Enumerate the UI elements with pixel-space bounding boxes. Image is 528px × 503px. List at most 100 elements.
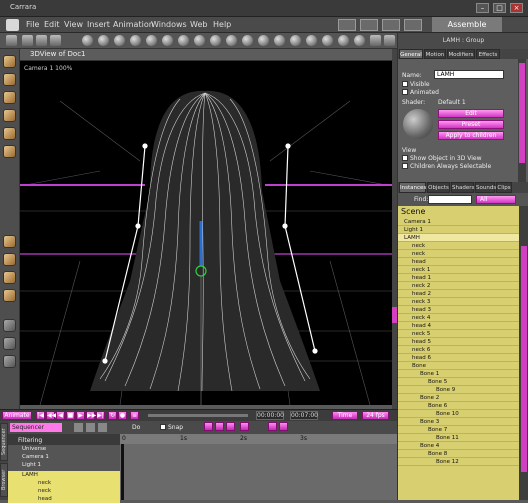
tree-item[interactable]: Bone 7 bbox=[398, 426, 519, 434]
cube-primitive-icon[interactable] bbox=[130, 35, 141, 46]
go-start-button[interactable]: |◀ bbox=[36, 411, 45, 420]
tree-item[interactable]: Bone 6 bbox=[398, 402, 519, 410]
view-section-title[interactable]: View bbox=[402, 147, 416, 154]
eyedropper-tool-icon[interactable] bbox=[3, 127, 16, 140]
tree-item[interactable]: head 3 bbox=[398, 306, 519, 314]
tab-browser[interactable]: Browser bbox=[0, 463, 8, 497]
cloud-object-icon[interactable] bbox=[306, 35, 317, 46]
snap-checkbox[interactable] bbox=[160, 424, 166, 430]
select-tool-icon[interactable] bbox=[3, 55, 16, 68]
tree-item[interactable]: neck 2 bbox=[398, 282, 519, 290]
zoom-view-icon[interactable] bbox=[3, 355, 16, 368]
track-neck[interactable]: neck bbox=[8, 487, 120, 495]
instances-scrollbar[interactable] bbox=[519, 206, 528, 500]
room-storyboard-icon[interactable] bbox=[360, 19, 378, 31]
tree-item[interactable]: head 6 bbox=[398, 354, 519, 362]
tree-item[interactable]: Bone 12 bbox=[398, 458, 519, 466]
track-camera[interactable]: Camera 1 bbox=[8, 453, 120, 461]
paint-tool-icon[interactable] bbox=[50, 35, 61, 46]
tree-item[interactable]: neck 5 bbox=[398, 330, 519, 338]
record-button[interactable]: ● bbox=[118, 411, 127, 420]
tab-general[interactable]: General bbox=[399, 49, 423, 59]
undo-tool-icon[interactable] bbox=[22, 35, 33, 46]
pan-camera-icon[interactable] bbox=[3, 235, 16, 248]
bone-tool-icon[interactable] bbox=[338, 35, 349, 46]
apply-to-children-button[interactable]: Apply to children bbox=[438, 131, 504, 140]
light-icon[interactable] bbox=[162, 35, 173, 46]
text-object-icon[interactable] bbox=[274, 35, 285, 46]
zoom-tool-icon[interactable] bbox=[3, 109, 16, 122]
tab-instances[interactable]: Instances bbox=[399, 182, 426, 193]
preset-button[interactable]: Preset bbox=[438, 120, 504, 129]
sequencer-keyframe-grid[interactable] bbox=[120, 444, 397, 500]
tab-shaders[interactable]: Shaders bbox=[451, 182, 474, 193]
key-add-button[interactable] bbox=[215, 422, 224, 431]
view-mode-icon[interactable] bbox=[370, 35, 381, 46]
tree-item[interactable]: head 4 bbox=[398, 322, 519, 330]
rotate-tool-icon[interactable] bbox=[3, 73, 16, 86]
hand-arrow-icon[interactable] bbox=[98, 423, 107, 432]
tween-button[interactable] bbox=[240, 422, 249, 431]
zoom-in-button[interactable] bbox=[268, 422, 277, 431]
tab-effects[interactable]: Effects bbox=[476, 49, 500, 59]
tree-item[interactable]: Bone 8 bbox=[398, 450, 519, 458]
time-mode-button[interactable]: Time bbox=[332, 411, 358, 420]
key-next-button[interactable] bbox=[226, 422, 235, 431]
go-end-button[interactable]: ▶| bbox=[96, 411, 105, 420]
tree-item[interactable]: Bone 4 bbox=[398, 442, 519, 450]
menu-web[interactable]: Web bbox=[190, 20, 207, 29]
tab-objects[interactable]: Objects bbox=[427, 182, 450, 193]
tree-item[interactable]: Bone bbox=[398, 362, 519, 370]
end-time-field[interactable]: 00:07:00 bbox=[290, 411, 318, 420]
tree-item[interactable]: Bone 10 bbox=[398, 410, 519, 418]
tree-item[interactable]: Bone 9 bbox=[398, 386, 519, 394]
render-icon[interactable] bbox=[354, 35, 365, 46]
key-prev-button[interactable] bbox=[204, 422, 213, 431]
tree-item[interactable]: Bone 1 bbox=[398, 370, 519, 378]
zoom-arrow-icon[interactable] bbox=[86, 423, 95, 432]
track-light[interactable]: Light 1 bbox=[8, 461, 120, 469]
vertex-object-icon[interactable] bbox=[194, 35, 205, 46]
play-back-button[interactable]: ◀ bbox=[56, 411, 65, 420]
track-universe[interactable]: Universe bbox=[8, 445, 120, 453]
properties-scroll-thumb[interactable] bbox=[519, 63, 525, 163]
sequencer-ruler[interactable]: 0 1s 2s 3s bbox=[120, 434, 397, 444]
3d-viewport[interactable]: Camera 1 100% bbox=[20, 61, 392, 405]
menu-animation[interactable]: Animation bbox=[113, 20, 154, 29]
cone-primitive-icon[interactable] bbox=[98, 35, 109, 46]
menu-view[interactable]: View bbox=[64, 20, 83, 29]
tree-item[interactable]: neck 1 bbox=[398, 266, 519, 274]
torus-primitive-icon[interactable] bbox=[114, 35, 125, 46]
select-arrow-icon[interactable] bbox=[74, 423, 83, 432]
spline-object-icon[interactable] bbox=[210, 35, 221, 46]
tab-sounds[interactable]: Sounds bbox=[475, 182, 496, 193]
visible-checkbox[interactable] bbox=[402, 81, 408, 87]
menu-help[interactable]: Help bbox=[213, 20, 231, 29]
tab-motion[interactable]: Motion bbox=[424, 49, 446, 59]
track-lamh[interactable]: LAMH bbox=[8, 471, 120, 479]
time-cursor[interactable] bbox=[121, 444, 124, 500]
dolly-camera-icon[interactable] bbox=[3, 253, 16, 266]
tree-item[interactable]: Camera 1 bbox=[398, 218, 519, 226]
track-neck[interactable]: neck bbox=[8, 479, 120, 487]
camera-icon[interactable] bbox=[178, 35, 189, 46]
current-time-field[interactable]: 00:00:00 bbox=[256, 411, 284, 420]
tree-item[interactable]: head bbox=[398, 258, 519, 266]
next-key-button[interactable]: ▶▶ bbox=[86, 411, 96, 420]
tree-item[interactable]: neck 3 bbox=[398, 298, 519, 306]
menu-insert[interactable]: Insert bbox=[87, 20, 110, 29]
metaball-object-icon[interactable] bbox=[226, 35, 237, 46]
maximize-button[interactable]: □ bbox=[493, 3, 506, 13]
time-slider[interactable] bbox=[148, 414, 248, 417]
find-scope-select[interactable]: All bbox=[476, 195, 516, 204]
show-in-view-checkbox[interactable] bbox=[402, 155, 408, 161]
terrain-object-icon[interactable] bbox=[242, 35, 253, 46]
room-texture-icon[interactable] bbox=[382, 19, 400, 31]
name-field[interactable]: LAMH bbox=[434, 70, 504, 79]
fast-render-icon[interactable] bbox=[384, 35, 395, 46]
track-camera-icon[interactable] bbox=[3, 271, 16, 284]
tree-item[interactable]: Bone 2 bbox=[398, 394, 519, 402]
fps-button[interactable]: 24 fps bbox=[362, 411, 389, 420]
tree-item[interactable]: Light 1 bbox=[398, 226, 519, 234]
hand-tool-icon[interactable] bbox=[3, 337, 16, 350]
